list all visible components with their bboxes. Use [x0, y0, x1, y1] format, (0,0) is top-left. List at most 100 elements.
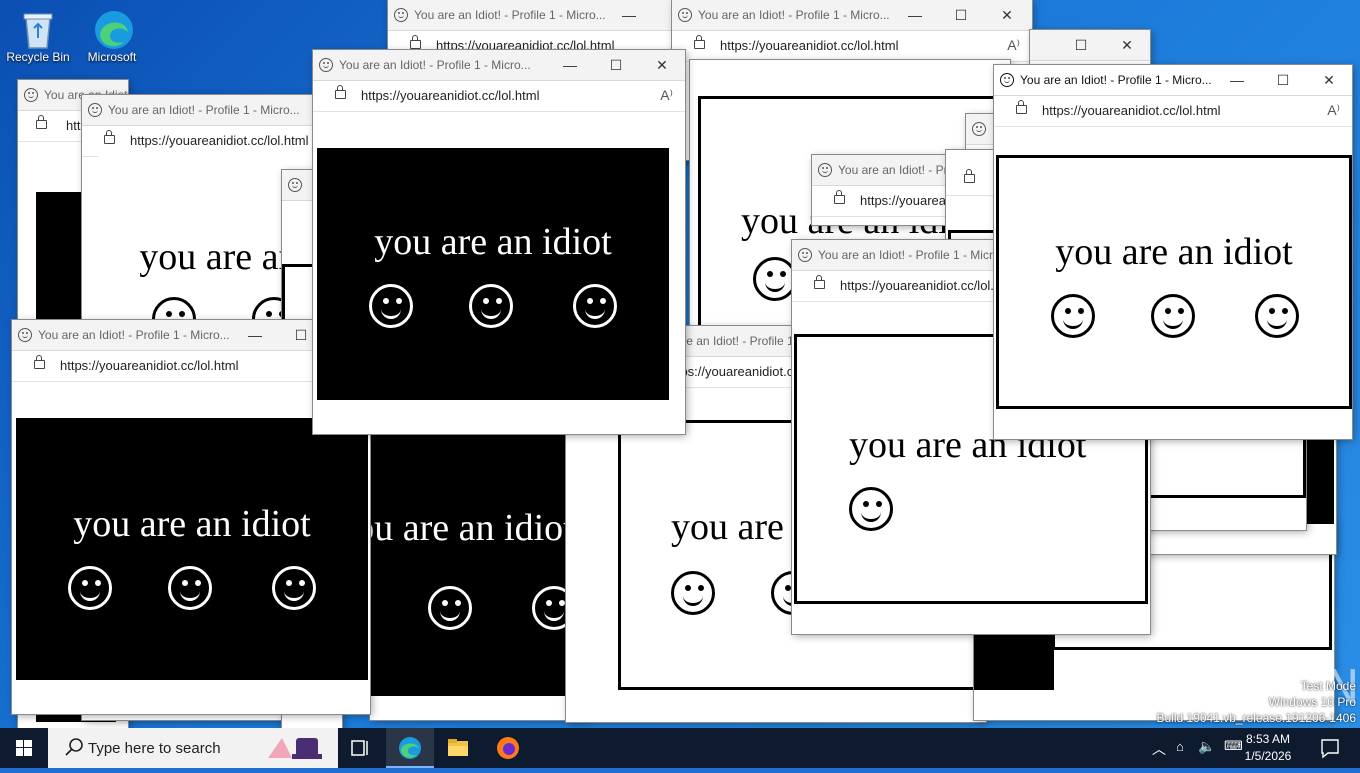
lock-icon [104, 130, 115, 144]
address-bar[interactable]: https://youareanidiot.cc/lol.html [82, 126, 330, 157]
popup-window[interactable]: You are an Idiot! - Profile 1 - Micro...… [313, 50, 685, 434]
search-placeholder: Type here to search [88, 740, 221, 757]
popup-window[interactable]: you are an idiot [370, 420, 590, 720]
desktop-icon-label: Recycle Bin [6, 50, 70, 64]
title-bar[interactable]: You are an Idiot! - Profile 1 - Micro... [812, 155, 962, 186]
lock-icon [36, 115, 47, 129]
title-bar[interactable]: You are an Idiot! - Profile 1 - Micro...… [313, 50, 685, 81]
close-button[interactable]: ✕ [1306, 65, 1352, 95]
smiley-icon [272, 566, 316, 610]
smiley-icon [428, 586, 472, 630]
maximize-button[interactable]: ☐ [593, 50, 639, 80]
windows-logo-icon [16, 740, 32, 756]
test-mode-watermark: Test Mode Windows 10 Pro Build 19041.vb_… [1157, 678, 1357, 726]
address-bar[interactable]: https://youareanidiot.cc/lol.html A⁾ [672, 31, 1032, 62]
close-button[interactable]: ✕ [639, 50, 685, 80]
smiley-favicon-icon [678, 8, 692, 22]
popup-window[interactable]: You are an Idiot! - Profile 1 - Micro...… [812, 155, 962, 225]
minimize-button[interactable]: — [547, 50, 593, 80]
idiot-message: you are an idiot [1055, 231, 1293, 273]
idiot-message: you are an idiot [370, 507, 574, 549]
smiley-favicon-icon [288, 178, 302, 192]
volume-icon[interactable]: 🔈 [1198, 738, 1215, 755]
clock-time: 8:53 AM [1245, 732, 1291, 746]
read-aloud-icon[interactable]: A⁾ [1007, 37, 1020, 54]
address-bar[interactable]: https://youareanidiot.cc/lol.html [812, 186, 962, 217]
start-button[interactable] [0, 728, 48, 768]
smiley-favicon-icon [972, 122, 986, 136]
idiot-panel: you are an idiot [16, 418, 368, 680]
idiot-panel: you are an idiot [370, 434, 590, 696]
smiley-icon [1255, 294, 1299, 338]
lock-icon [694, 35, 705, 49]
search-highlight-icon [268, 738, 322, 759]
read-aloud-icon[interactable]: A⁾ [660, 87, 673, 104]
smiley-icon [1151, 294, 1195, 338]
task-view-icon [351, 740, 368, 756]
title-bar[interactable]: You are an Idiot! - Profile 1 - Micro...… [994, 65, 1352, 96]
minimize-button[interactable]: — [232, 320, 278, 350]
smiley-icon [469, 284, 513, 328]
close-button[interactable]: ✕ [984, 0, 1030, 30]
firefox-button[interactable] [484, 728, 532, 768]
minimize-button[interactable]: — [1214, 65, 1260, 95]
close-button[interactable]: ✕ [1104, 30, 1150, 60]
edge-taskbar-button[interactable] [386, 728, 434, 768]
firefox-icon [497, 737, 519, 759]
chevron-up-icon[interactable]: ︿ [1152, 739, 1166, 759]
maximize-button[interactable]: ☐ [1260, 65, 1306, 95]
lock-icon [814, 275, 825, 289]
window-title: You are an Idiot! - Profile 1 - Micro... [838, 163, 962, 177]
notification-button[interactable] [1310, 728, 1350, 768]
idiot-panel: you are an idiot [996, 155, 1352, 409]
clock[interactable]: 8:53 AM 1/5/2026 [1236, 728, 1300, 768]
url-text: https://youareanidiot.cc/lol.html [720, 38, 899, 53]
network-icon[interactable]: ⌂ [1176, 739, 1184, 754]
smiley-favicon-icon [319, 58, 333, 72]
title-bar[interactable]: ☐ ✕ [1030, 30, 1150, 61]
address-bar[interactable]: https://youareanidiot.cc/lol.html A⁾ [994, 96, 1352, 127]
smiley-icon [1051, 294, 1095, 338]
title-bar[interactable]: You are an Idiot! - Profile 1 - Micro...… [388, 0, 688, 31]
smiley-favicon-icon [88, 103, 102, 117]
smiley-icon [168, 566, 212, 610]
title-bar[interactable]: You are an Idiot! - Profile 1 - Micro... [82, 95, 330, 126]
smiley-icon [671, 571, 715, 615]
minimize-button[interactable]: — [892, 0, 938, 30]
address-bar[interactable]: https://youareanidiot.cc/lol.html A⁾ [313, 81, 685, 112]
minimize-button[interactable]: — [606, 0, 652, 30]
lock-icon [335, 85, 346, 99]
task-view-button[interactable] [336, 728, 384, 768]
read-aloud-icon[interactable]: A⁾ [1327, 102, 1340, 119]
smiley-icon [369, 284, 413, 328]
url-text: https://youareanidiot.cc/lol.html [1042, 103, 1221, 118]
search-box[interactable]: Type here to search [48, 728, 338, 768]
smiley-favicon-icon [818, 163, 832, 177]
popup-window[interactable]: ☐ ✕ [1030, 30, 1150, 70]
watermark-line: Windows 10 Pro [1268, 695, 1356, 709]
window-title: You are an Idiot! - Profile 1 - Micro... [1020, 73, 1212, 87]
url-text: https://youareanidiot.cc/lol.html [130, 133, 309, 148]
desktop-icon-edge[interactable]: Microsoft [74, 8, 150, 64]
recycle-bin-icon [18, 8, 58, 49]
smiley-favicon-icon [798, 248, 812, 262]
lock-icon [964, 169, 975, 183]
file-explorer-icon [448, 739, 468, 756]
smiley-icon [849, 487, 893, 531]
lock-icon [834, 190, 845, 204]
window-title: You are an Idiot! - Profile 1 - Micro... [698, 8, 890, 22]
notification-icon [1321, 739, 1339, 759]
lock-icon [1016, 100, 1027, 114]
smiley-favicon-icon [18, 328, 32, 342]
desktop: Recycle Bin Microsoft CCl Ac You are an … [0, 0, 1360, 728]
window-title: You are an Idiot! - Profile 1 - Micro... [339, 58, 531, 72]
maximize-button[interactable]: ☐ [938, 0, 984, 30]
popup-window-active[interactable]: You are an Idiot! - Profile 1 - Micro...… [994, 65, 1352, 439]
file-explorer-button[interactable] [434, 728, 482, 768]
smiley-icon [573, 284, 617, 328]
maximize-button[interactable]: ☐ [1058, 30, 1104, 60]
title-bar[interactable]: You are an Idiot! - Profile 1 - Micro...… [672, 0, 1032, 31]
url-text: https://youareanidiot.cc/lol.html [60, 358, 239, 373]
desktop-icon-recycle-bin[interactable]: Recycle Bin [0, 8, 76, 64]
desktop-icon-label: Microsoft [87, 50, 137, 64]
